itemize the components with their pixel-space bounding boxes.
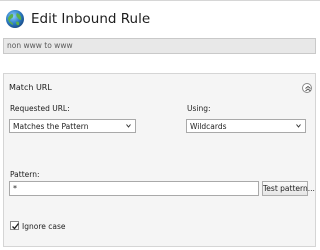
dialog-title: Edit Inbound Rule [31, 11, 151, 27]
requested-url-select[interactable]: Matches the Pattern [9, 119, 136, 133]
requested-url-label: Requested URL: [10, 104, 70, 113]
using-label: Using: [187, 104, 211, 113]
requested-url-value: Matches the Pattern [13, 122, 89, 131]
match-url-header[interactable]: Match URL [4, 74, 315, 94]
ignore-case-checkbox[interactable] [10, 221, 20, 230]
checkmark-icon [12, 223, 20, 230]
pattern-label: Pattern: [10, 170, 40, 179]
globe-icon [6, 10, 24, 28]
using-select[interactable]: Wildcards [186, 119, 306, 133]
top-border [0, 0, 320, 1]
rule-name-field[interactable]: non www to www [3, 38, 316, 54]
collapse-chevron-icon[interactable] [302, 83, 312, 93]
test-pattern-button[interactable]: Test pattern... [262, 181, 315, 196]
chevron-down-icon [296, 124, 301, 128]
section-title: Match URL [9, 83, 52, 92]
pattern-input[interactable]: * [9, 181, 259, 196]
using-value: Wildcards [190, 122, 227, 131]
chevron-down-icon [126, 124, 131, 128]
ignore-case-label: Ignore case [22, 222, 66, 231]
match-url-panel: Match URL Requested URL: Matches the Pat… [3, 73, 316, 247]
